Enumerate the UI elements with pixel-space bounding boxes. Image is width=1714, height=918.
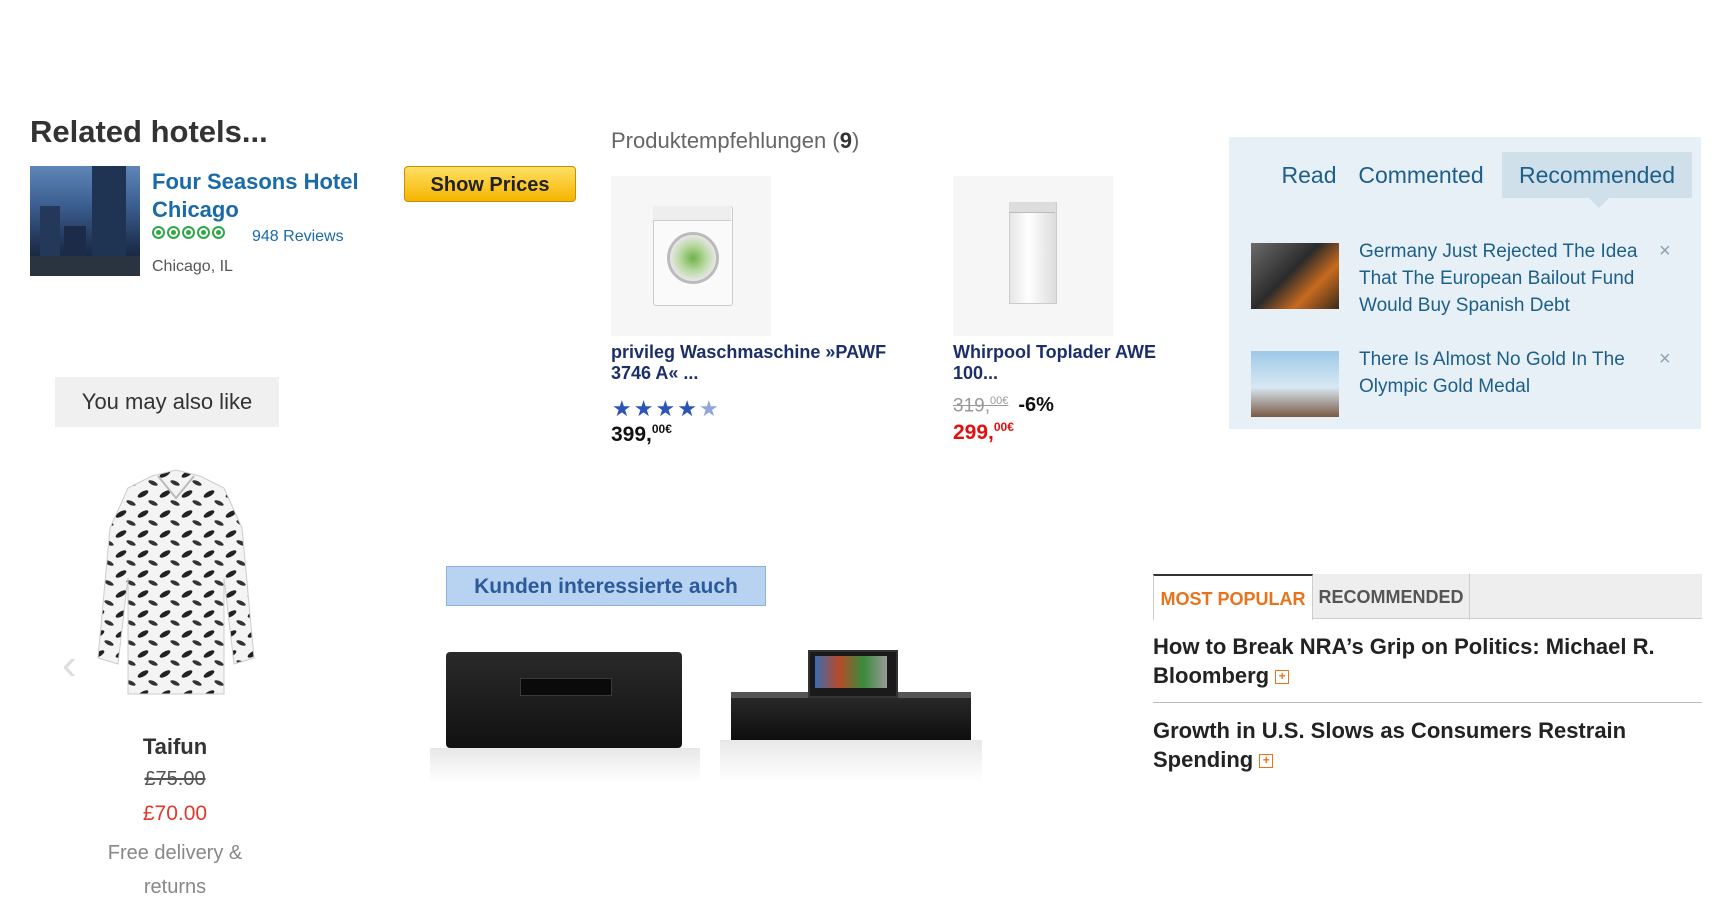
tab-commented[interactable]: Commented <box>1346 152 1496 198</box>
product-link-toploader[interactable]: Whirpool Toplader AWE 100... <box>953 342 1193 384</box>
product-link-washer[interactable]: privileg Waschmaschine »PAWF 3746 A« ... <box>611 342 891 384</box>
divider <box>1153 702 1702 703</box>
hotel-location: Chicago, IL <box>152 258 233 275</box>
product-shipping-note: Free delivery & returns <box>107 842 243 898</box>
speaker-display <box>520 678 612 696</box>
article-thumbnail[interactable] <box>1251 351 1339 417</box>
related-hotels-title: Related hotels... <box>30 114 268 149</box>
show-prices-button[interactable]: Show Prices <box>404 166 576 202</box>
discount-badge: -6% <box>1018 394 1054 416</box>
product-image-speaker[interactable] <box>446 652 682 748</box>
product-price-comparison: 319,00€ -6% <box>953 394 1054 417</box>
product-reflection <box>430 748 700 782</box>
product-old-price: £75.00 <box>144 768 206 790</box>
kunden-heading: Kunden interessierte auch <box>446 566 766 606</box>
product-image-toploader[interactable] <box>953 176 1113 336</box>
star-icon: ★ <box>612 396 632 421</box>
tab-recommended[interactable]: Recommended <box>1502 152 1692 198</box>
active-tab-pointer <box>1589 198 1609 208</box>
product-sale-price: £70.00 <box>142 802 208 825</box>
star-icon: ★ <box>677 396 697 421</box>
close-icon[interactable]: × <box>1659 240 1671 263</box>
close-icon[interactable]: × <box>1659 348 1671 371</box>
article-thumbnail[interactable] <box>1251 243 1339 309</box>
hotel-name-link[interactable]: Four Seasons Hotel Chicago <box>152 168 382 224</box>
star-icon: ★ <box>633 396 654 421</box>
chevron-left-icon[interactable]: ‹ <box>62 640 77 690</box>
product-image-washer[interactable] <box>611 176 771 336</box>
tablet-screen <box>815 656 887 688</box>
expand-icon[interactable]: + <box>1275 670 1290 685</box>
product-price: 399,00€ <box>611 422 672 446</box>
tab-most-popular[interactable]: MOST POPULAR <box>1153 574 1313 620</box>
star-icon: ★ <box>655 396 676 421</box>
hotel-thumbnail[interactable] <box>30 166 140 276</box>
produktempfehlungen-title: Produktempfehlungen (9) <box>611 128 860 153</box>
product-rating-stars: ★ ★ ★ ★ ★ <box>612 398 719 420</box>
hotel-reviews-link[interactable]: 948 Reviews <box>252 228 344 246</box>
expand-icon[interactable]: + <box>1259 754 1274 769</box>
product-old-price: 319,00€ <box>953 394 1009 416</box>
article-link[interactable]: Germany Just Rejected The Idea That The … <box>1359 238 1639 319</box>
tab-recommended-news[interactable]: RECOMMENDED <box>1313 574 1470 620</box>
news-headline-link[interactable]: How to Break NRA’s Grip on Politics: Mic… <box>1153 632 1702 690</box>
product-reflection <box>720 740 982 782</box>
half-star-icon: ★ <box>698 396 719 421</box>
news-headline-link[interactable]: Growth in U.S. Slows as Consumers Restra… <box>1153 716 1702 774</box>
product-image-shirt[interactable] <box>92 468 260 704</box>
product-image-soundbar[interactable] <box>731 692 971 740</box>
product-sale-price: 299,00€ <box>953 420 1014 444</box>
hotel-rating-bubbles <box>152 226 225 239</box>
article-link[interactable]: There Is Almost No Gold In The Olympic G… <box>1359 346 1639 400</box>
product-name[interactable]: Taifun <box>120 734 230 760</box>
you-may-also-like-heading: You may also like <box>55 377 279 427</box>
